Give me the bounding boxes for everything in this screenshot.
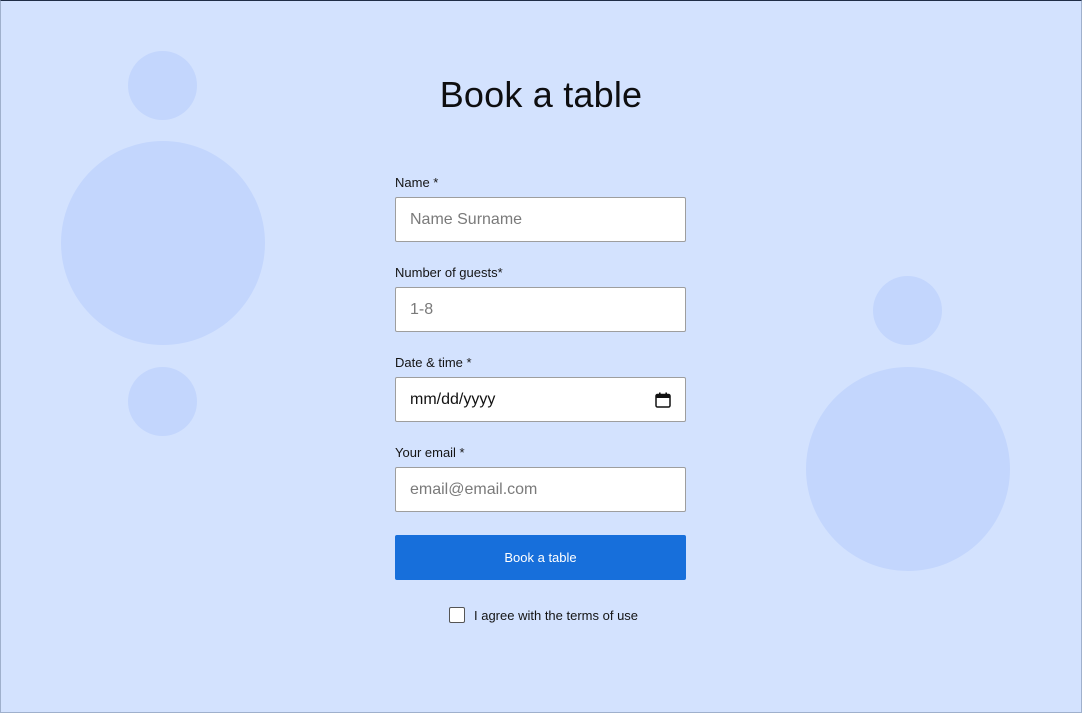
terms-label[interactable]: I agree with the terms of use [474,608,638,623]
email-field-box [395,467,686,512]
decorative-circle [61,141,265,345]
email-input[interactable] [396,468,685,511]
guests-label: Number of guests* [395,265,503,280]
name-field-box [395,197,686,242]
name-input[interactable] [396,198,685,241]
calendar-icon[interactable] [655,392,671,408]
date-value: mm/dd/yyyy [410,391,496,408]
booking-form: Name * Number of guests* Date & time * m… [395,175,686,580]
datetime-input[interactable]: mm/dd/yyyy [395,377,686,422]
email-label: Your email * [395,445,465,460]
guests-input[interactable] [396,288,685,331]
page-title: Book a table [439,74,643,115]
book-table-button[interactable]: Book a table [395,535,686,580]
datetime-label: Date & time * [395,355,472,370]
decorative-circle [128,367,197,436]
guests-field-box [395,287,686,332]
terms-agreement: I agree with the terms of use [449,607,638,623]
name-label: Name * [395,175,439,190]
decorative-circle [873,276,942,345]
terms-checkbox[interactable] [449,607,465,623]
decorative-circle [806,367,1010,571]
